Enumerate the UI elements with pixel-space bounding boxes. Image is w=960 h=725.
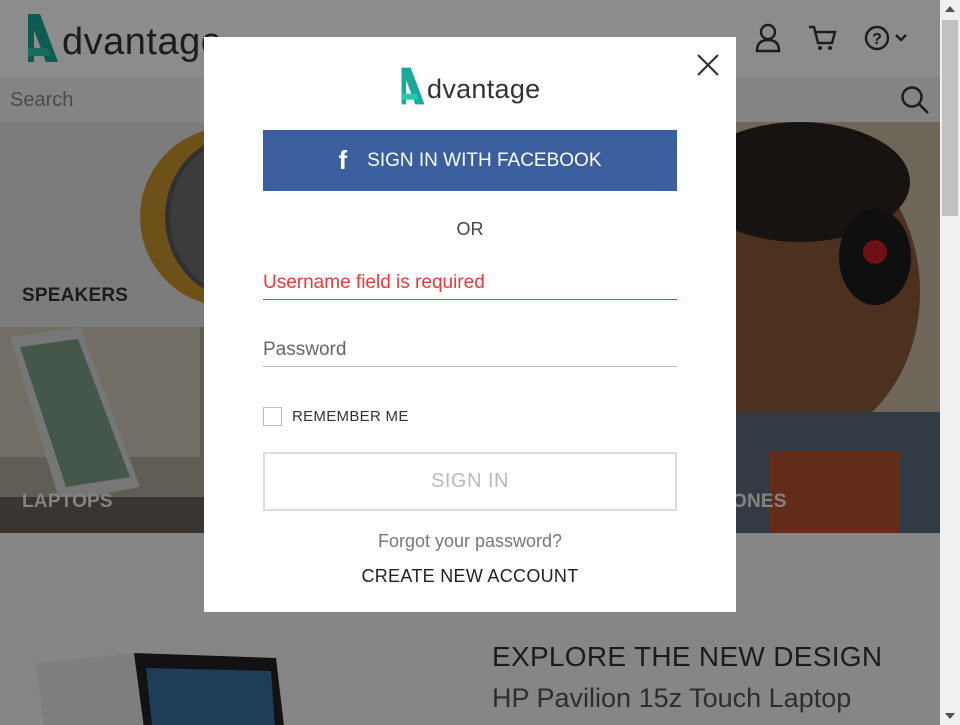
page-scrollbar[interactable] xyxy=(940,0,960,725)
or-divider: OR xyxy=(456,219,484,239)
password-underline xyxy=(263,366,677,367)
modal-logo-text: dvantage xyxy=(427,73,541,104)
close-icon[interactable] xyxy=(694,51,722,79)
remember-me-checkbox[interactable] xyxy=(263,407,282,426)
forgot-password-link[interactable]: Forgot your password? xyxy=(204,531,736,552)
scroll-up-arrow-icon[interactable] xyxy=(940,0,960,18)
sign-in-button[interactable]: SIGN IN xyxy=(263,452,677,511)
facebook-signin-button[interactable]: f SIGN IN WITH FACEBOOK xyxy=(263,130,677,191)
create-account-link[interactable]: CREATE NEW ACCOUNT xyxy=(204,566,736,587)
facebook-icon: f xyxy=(338,145,348,175)
username-underline xyxy=(263,299,677,300)
scrollbar-thumb[interactable] xyxy=(942,20,958,216)
modal-logo: dvantage xyxy=(400,65,541,107)
username-field[interactable]: Username field is required xyxy=(263,272,677,300)
username-error-text: Username field is required xyxy=(263,272,485,293)
login-modal: dvantage f SIGN IN WITH FACEBOOK OR User… xyxy=(204,37,736,612)
facebook-signin-label: SIGN IN WITH FACEBOOK xyxy=(367,149,602,171)
logo-mark-icon xyxy=(401,67,425,105)
password-placeholder: Password xyxy=(263,339,347,360)
password-field[interactable]: Password xyxy=(263,339,677,367)
remember-me-label[interactable]: REMEMBER ME xyxy=(292,408,409,425)
scroll-down-arrow-icon[interactable] xyxy=(940,707,960,725)
